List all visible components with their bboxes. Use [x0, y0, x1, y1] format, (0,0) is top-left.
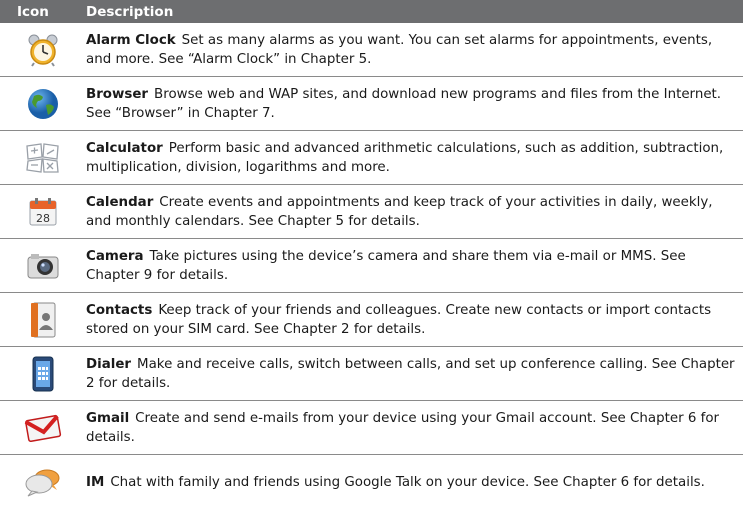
item-description: Make and receive calls, switch between c… [86, 356, 735, 391]
item-description: Create events and appointments and keep … [86, 194, 713, 229]
table-row: Camera Take pictures using the device’s c… [0, 239, 743, 293]
table-row: 28 Calendar Create events and appointment… [0, 185, 743, 239]
contacts-icon [31, 302, 56, 337]
browser-globe-icon [28, 88, 58, 119]
item-name: Contacts [86, 302, 153, 318]
camera-icon [27, 253, 59, 278]
item-description: Chat with family and friends using Googl… [110, 474, 705, 490]
table-row: Gmail Create and send e-mails from your d… [0, 401, 743, 455]
item-name: IM [86, 474, 105, 490]
calendar-icon: 28 [29, 197, 57, 225]
item-name: Browser [86, 86, 149, 102]
im-chat-icon [25, 469, 60, 497]
item-description: Keep track of your friends and colleague… [86, 302, 712, 337]
item-name: Camera [86, 248, 144, 264]
item-name: Alarm Clock [86, 32, 176, 48]
table-row: Browser Browse web and WAP sites, and dow… [0, 77, 743, 131]
header-description: Description [86, 3, 174, 20]
item-name: Calendar [86, 194, 154, 210]
gmail-icon [24, 414, 62, 442]
table-row: Calculator Perform basic and advanced ari… [0, 131, 743, 185]
table-header: Icon Description [0, 0, 743, 23]
dialer-icon [32, 356, 54, 391]
item-description: Perform basic and advanced arithmetic ca… [86, 140, 724, 175]
item-name: Gmail [86, 410, 130, 426]
calendar-icon-date: 28 [36, 212, 50, 225]
item-description: Create and send e-mails from your device… [86, 410, 720, 445]
item-name: Calculator [86, 140, 163, 156]
item-description: Browse web and WAP sites, and download n… [86, 86, 722, 121]
item-name: Dialer [86, 356, 132, 372]
table-row: IM Chat with family and friends using Goo… [0, 455, 743, 509]
app-icon-table: Icon Description Alarm Clock Set as many … [0, 0, 743, 509]
alarm-clock-icon [28, 34, 58, 67]
table-row: Contacts Keep track of your friends and c… [0, 293, 743, 347]
table-row: Alarm Clock Set as many alarms as you wan… [0, 23, 743, 77]
item-description: Set as many alarms as you want. You can … [86, 32, 713, 67]
calculator-icon [26, 142, 59, 173]
item-description: Take pictures using the device’s camera … [86, 248, 686, 283]
header-icon: Icon [17, 3, 49, 20]
table-row: Dialer Make and receive calls, switch bet… [0, 347, 743, 401]
